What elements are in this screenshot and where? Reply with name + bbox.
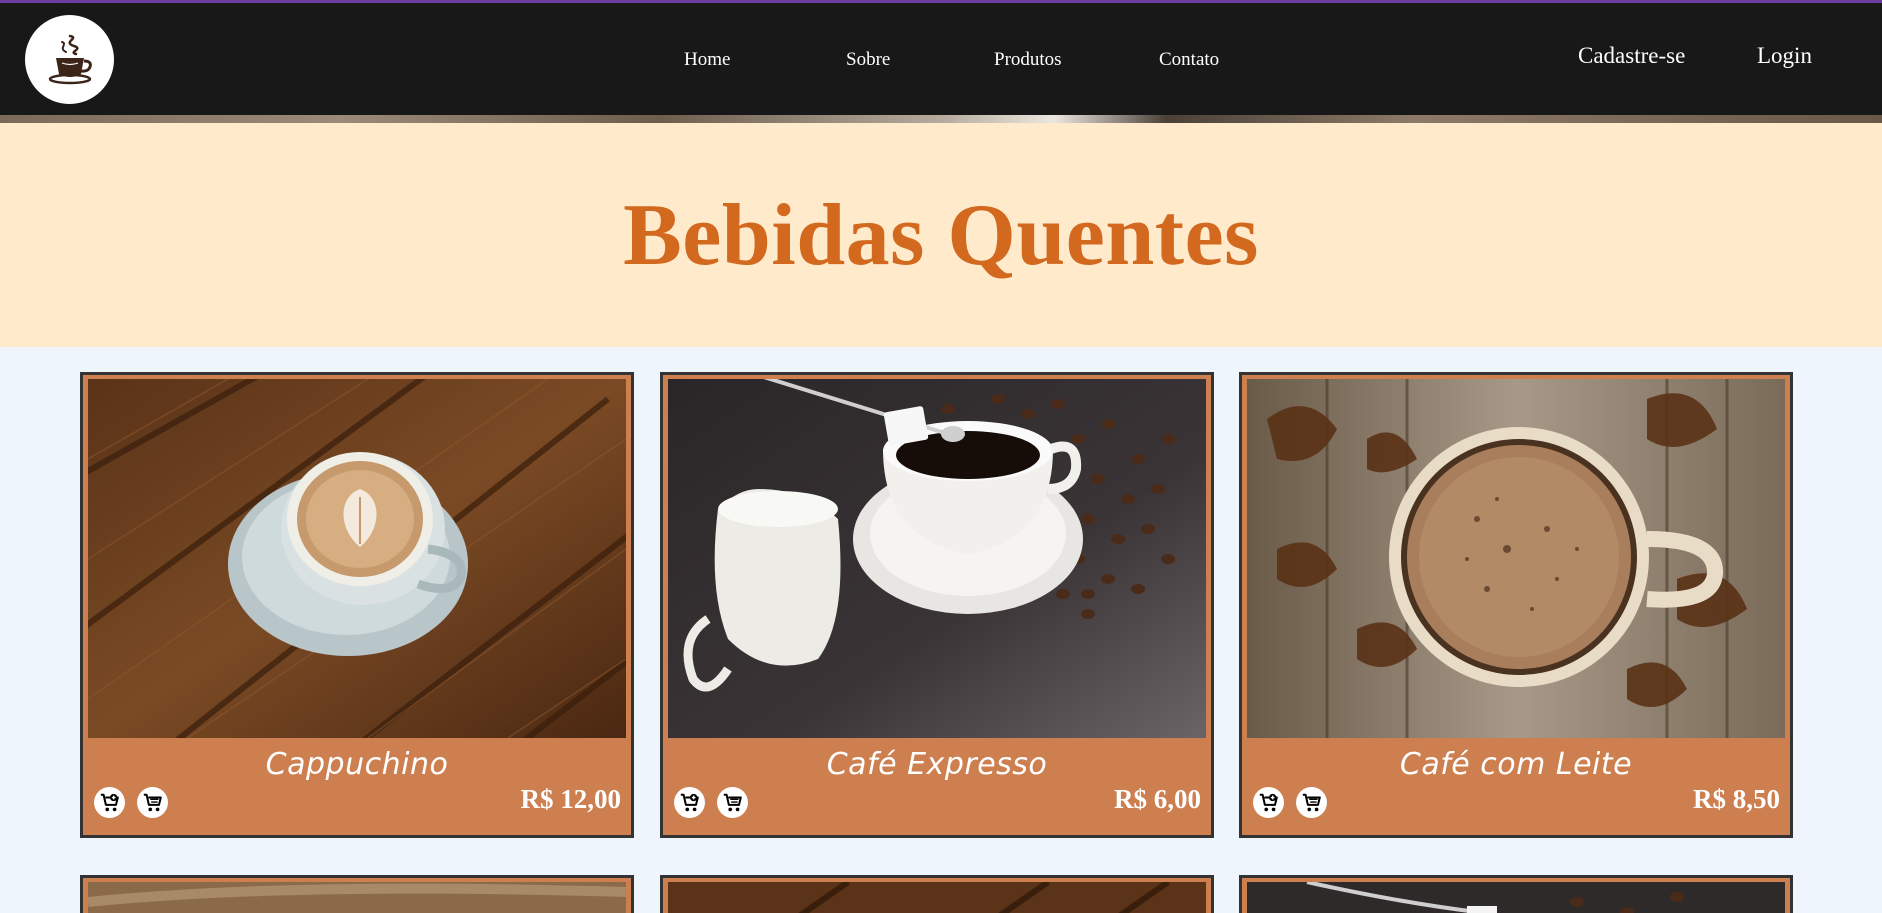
cart-plus-icon: [100, 793, 119, 811]
navbar: Home Sobre Produtos Contato Cadastre-se …: [0, 3, 1882, 115]
nav-home[interactable]: Home: [684, 49, 730, 71]
add-to-cart-button[interactable]: [674, 787, 705, 818]
logo[interactable]: [25, 15, 114, 104]
product-name: Café com Leite: [1399, 747, 1633, 782]
product-image-cappuchino: [88, 379, 626, 738]
product-name: Café Expresso: [826, 747, 1048, 782]
product-price: R$ 6,00: [1114, 784, 1201, 814]
cart-icon: [1302, 793, 1321, 811]
product-card[interactable]: Café Expresso R$ 6,00: [660, 372, 1214, 838]
nav-contato[interactable]: Contato: [1159, 49, 1219, 71]
coffee-cup-icon: [48, 34, 92, 84]
cart-button[interactable]: [1296, 787, 1327, 818]
product-price: R$ 8,50: [1693, 784, 1780, 814]
cart-icon: [143, 793, 162, 811]
product-card[interactable]: [660, 875, 1214, 913]
cart-button[interactable]: [137, 787, 168, 818]
product-name: Cappuchino: [265, 747, 449, 782]
cart-icon: [723, 793, 742, 811]
hero-banner: Bebidas Quentes: [0, 123, 1882, 347]
cart-plus-icon: [1259, 793, 1278, 811]
nav-produtos[interactable]: Produtos: [994, 49, 1062, 71]
nav-sobre[interactable]: Sobre: [846, 49, 890, 71]
product-card[interactable]: [1239, 875, 1793, 913]
product-image-cafe-com-leite: [1247, 379, 1785, 738]
login-link[interactable]: Login: [1757, 43, 1812, 69]
signup-link[interactable]: Cadastre-se: [1578, 43, 1685, 69]
product-price: R$ 12,00: [520, 784, 622, 814]
add-to-cart-button[interactable]: [94, 787, 125, 818]
product-image: [1247, 882, 1785, 913]
add-to-cart-button[interactable]: [1253, 787, 1284, 818]
product-card[interactable]: Café com Leite R$ 8,50: [1239, 372, 1793, 838]
product-card[interactable]: [80, 875, 634, 913]
product-card[interactable]: Cappuchino R$ 12,00: [80, 372, 634, 838]
cart-button[interactable]: [717, 787, 748, 818]
page-title: Bebidas Quentes: [623, 187, 1259, 284]
banner-image-strip: [0, 115, 1882, 123]
product-image: [668, 882, 1206, 913]
product-image: [88, 882, 626, 913]
cart-plus-icon: [680, 793, 699, 811]
product-image-cafe-expresso: [668, 379, 1206, 738]
